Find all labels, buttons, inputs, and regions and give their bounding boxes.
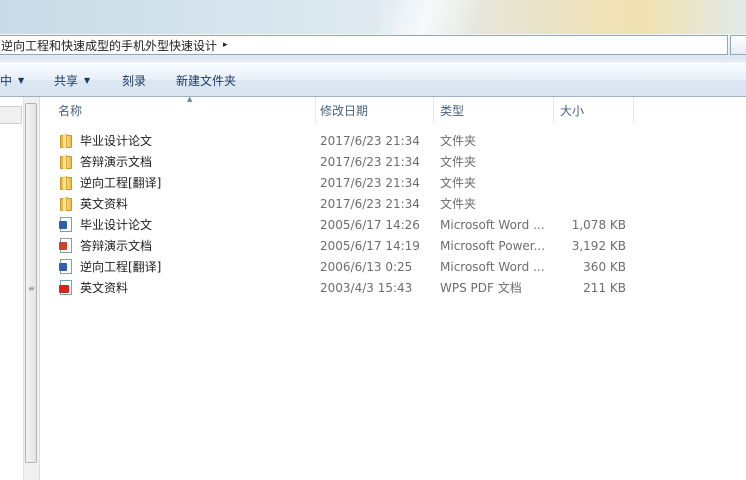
folder-icon xyxy=(58,196,74,212)
file-name: 毕业设计论文 xyxy=(80,218,153,232)
file-row[interactable]: 毕业设计论文 2017/6/23 21:34 文件夹 xyxy=(44,130,684,151)
folder-icon xyxy=(58,175,74,191)
column-header-date[interactable]: 修改日期 xyxy=(314,97,434,123)
file-size: 3,192 KB xyxy=(571,238,626,253)
file-size xyxy=(560,130,626,151)
chevron-down-icon: ▼ xyxy=(18,76,25,85)
file-size: 211 KB xyxy=(583,280,626,295)
file-type: 文件夹 xyxy=(440,197,477,211)
file-size xyxy=(560,172,626,193)
file-row[interactable]: 逆向工程[翻译] 2006/6/13 0:25 Microsoft Word .… xyxy=(44,256,684,277)
file-name: 毕业设计论文 xyxy=(80,134,153,148)
file-size xyxy=(560,193,626,214)
column-type-label: 类型 xyxy=(440,103,465,118)
share-menu-button[interactable]: 共享 ▼ xyxy=(54,64,90,97)
file-date: 2005/6/17 14:19 xyxy=(320,238,420,253)
file-size: 1,078 KB xyxy=(571,217,626,232)
grip-icon: ≡ xyxy=(28,284,35,293)
file-row[interactable]: 英文资料 2017/6/23 21:34 文件夹 xyxy=(44,193,684,214)
organize-label: 中 xyxy=(0,74,13,88)
organize-menu-button[interactable]: 中 ▼ xyxy=(0,64,24,97)
command-toolbar: 中 ▼ 共享 ▼ 刻录 新建文件夹 xyxy=(0,63,746,97)
column-header-name[interactable]: 名称 ▲ xyxy=(52,95,316,123)
file-date: 2005/6/17 14:26 xyxy=(320,217,420,232)
sort-ascending-icon: ▲ xyxy=(187,95,193,103)
nav-scrollbar[interactable]: ≡ xyxy=(23,97,39,480)
file-type: 文件夹 xyxy=(440,134,477,148)
file-size xyxy=(560,151,626,172)
file-row[interactable]: 答辩演示文档 2005/6/17 14:19 Microsoft Power..… xyxy=(44,235,684,256)
title-bar-glare xyxy=(380,0,500,34)
powerpoint-icon xyxy=(58,237,74,254)
column-header-size[interactable]: 大小 xyxy=(554,97,634,123)
file-date: 2017/6/23 21:34 xyxy=(320,196,420,211)
file-row[interactable]: 答辩演示文档 2017/6/23 21:34 文件夹 xyxy=(44,151,684,172)
file-type: Microsoft Word ... xyxy=(440,259,545,274)
nav-selected-item[interactable] xyxy=(0,106,22,124)
column-name-label: 名称 xyxy=(58,103,83,118)
new-folder-label: 新建文件夹 xyxy=(176,74,237,88)
file-date: 2017/6/23 21:34 xyxy=(320,154,420,169)
share-label: 共享 xyxy=(54,74,79,88)
nav-scrollbar-thumb[interactable]: ≡ xyxy=(25,103,37,463)
folder-icon xyxy=(58,154,74,170)
column-date-label: 修改日期 xyxy=(320,103,369,118)
word-doc-icon xyxy=(58,258,74,275)
file-type: Microsoft Power... xyxy=(440,238,546,253)
file-name: 答辩演示文档 xyxy=(80,239,153,253)
file-type: 文件夹 xyxy=(440,155,477,169)
burn-label: 刻录 xyxy=(122,74,147,88)
word-doc-icon xyxy=(58,216,74,233)
file-type: 文件夹 xyxy=(440,176,477,190)
pdf-icon xyxy=(58,279,74,296)
file-name: 英文资料 xyxy=(80,281,129,295)
chevron-down-icon: ▼ xyxy=(84,76,91,85)
address-refresh-button[interactable] xyxy=(730,35,746,55)
file-name: 答辩演示文档 xyxy=(80,155,153,169)
file-name: 逆向工程[翻译] xyxy=(80,260,162,274)
column-size-label: 大小 xyxy=(560,103,585,118)
file-date: 2017/6/23 21:34 xyxy=(320,175,420,190)
file-size: 360 KB xyxy=(583,259,626,274)
folder-icon xyxy=(58,133,74,149)
address-bar: 逆向工程和快速成型的手机外型快速设计 ▸ xyxy=(0,34,746,58)
breadcrumb-chevron-icon[interactable]: ▸ xyxy=(223,40,228,50)
burn-button[interactable]: 刻录 xyxy=(122,64,146,97)
file-date: 2017/6/23 21:34 xyxy=(320,133,420,148)
file-type: WPS PDF 文档 xyxy=(440,281,522,295)
navigation-pane: ≡ xyxy=(0,97,40,480)
file-list-header: 名称 ▲ 修改日期 类型 大小 xyxy=(44,95,746,123)
new-folder-button[interactable]: 新建文件夹 xyxy=(176,64,236,97)
breadcrumb-current-folder[interactable]: 逆向工程和快速成型的手机外型快速设计 xyxy=(0,37,217,54)
file-name: 英文资料 xyxy=(80,197,129,211)
file-date: 2003/4/3 15:43 xyxy=(320,280,413,295)
file-name: 逆向工程[翻译] xyxy=(80,176,162,190)
column-header-type[interactable]: 类型 xyxy=(434,97,554,123)
file-row[interactable]: 逆向工程[翻译] 2017/6/23 21:34 文件夹 xyxy=(44,172,684,193)
file-type: Microsoft Word ... xyxy=(440,217,545,232)
file-date: 2006/6/13 0:25 xyxy=(320,259,413,274)
window-title-bar xyxy=(0,0,746,34)
file-row[interactable]: 毕业设计论文 2005/6/17 14:26 Microsoft Word ..… xyxy=(44,214,684,235)
address-field[interactable]: 逆向工程和快速成型的手机外型快速设计 ▸ xyxy=(0,35,728,55)
file-row[interactable]: 英文资料 2003/4/3 15:43 WPS PDF 文档 211 KB xyxy=(44,277,684,298)
